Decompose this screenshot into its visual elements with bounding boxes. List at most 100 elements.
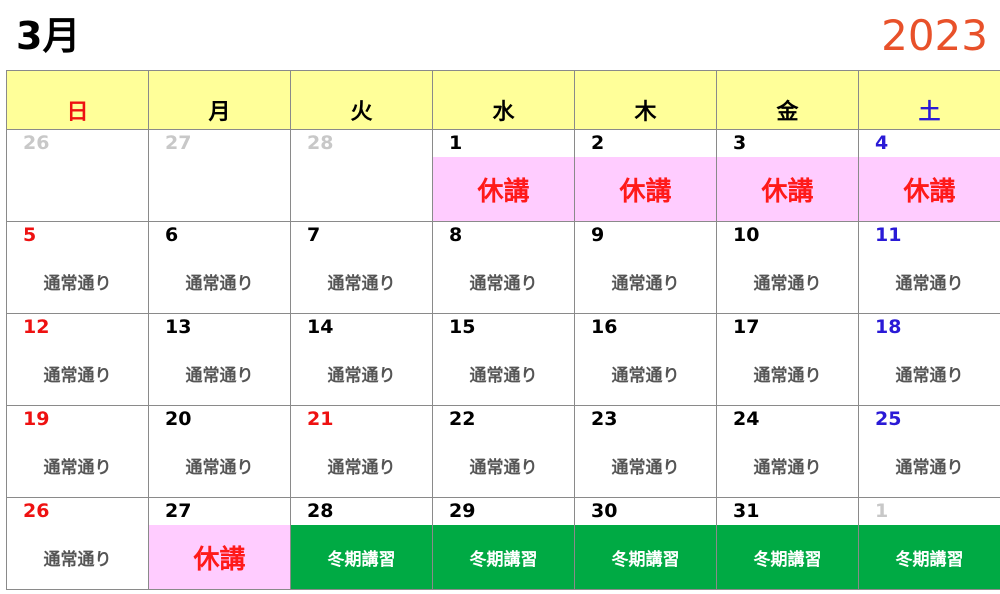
day-cell[interactable]: 3 休講	[716, 129, 859, 222]
day-number: 10	[733, 224, 760, 246]
weekday-monday: 月	[148, 70, 291, 130]
day-cell[interactable]: 11 通常通り	[858, 221, 1000, 314]
status-kyuko-label: 休講	[149, 525, 290, 589]
day-cell[interactable]: 31 冬期講習	[716, 497, 859, 590]
day-cell[interactable]: 27 休講	[148, 497, 291, 590]
weekday-header-row: 日 月 火 水 木 金 土	[6, 70, 1000, 130]
day-cell-content: 26 通常通り	[7, 498, 148, 589]
day-cell[interactable]: 18 通常通り	[858, 313, 1000, 406]
day-cell[interactable]: 6 通常通り	[148, 221, 291, 314]
day-cell[interactable]: 26	[6, 129, 149, 222]
status-normal-label: 通常通り	[895, 273, 964, 294]
status-normal-label: 通常通り	[611, 365, 680, 386]
day-number: 11	[875, 224, 902, 246]
day-number: 17	[733, 316, 760, 338]
day-number: 12	[23, 316, 50, 338]
day-cell[interactable]: 29 冬期講習	[432, 497, 575, 590]
day-cell[interactable]: 21 通常通り	[290, 405, 433, 498]
status-winter-course-label: 冬期講習	[575, 525, 716, 589]
status-winter-course-label: 冬期講習	[717, 525, 858, 589]
day-cell[interactable]: 16 通常通り	[574, 313, 717, 406]
day-cell[interactable]: 14 通常通り	[290, 313, 433, 406]
day-number: 29	[449, 500, 476, 522]
day-cell[interactable]: 1 休講	[432, 129, 575, 222]
weekday-saturday: 土	[858, 70, 1000, 130]
day-cell[interactable]: 5 通常通り	[6, 221, 149, 314]
day-cell[interactable]: 25 通常通り	[858, 405, 1000, 498]
status-normal-label: 通常通り	[43, 273, 112, 294]
status-empty	[149, 157, 290, 221]
status-normal-label: 通常通り	[753, 273, 822, 294]
day-number: 26	[23, 132, 50, 154]
day-cell-content: 24 通常通り	[717, 406, 858, 497]
day-cell-content: 20 通常通り	[149, 406, 290, 497]
day-cell-content: 18 通常通り	[859, 314, 1000, 405]
day-cell[interactable]: 22 通常通り	[432, 405, 575, 498]
day-number: 22	[449, 408, 476, 430]
week-row: 5 通常通り 6 通常通り 7 通常通り 8 通常通り 9 通常通り 10 通常通り 11 通常通り	[6, 221, 1000, 314]
day-number: 27	[165, 132, 192, 154]
day-cell-content: 13 通常通り	[149, 314, 290, 405]
day-number: 9	[591, 224, 605, 246]
day-cell-content: 23 通常通り	[575, 406, 716, 497]
week-row: 26 27 28 1 休講 2 休講 3 休講 4 休講	[6, 129, 1000, 222]
day-number: 1	[449, 132, 463, 154]
day-cell[interactable]: 28	[290, 129, 433, 222]
day-cell-content: 30 冬期講習	[575, 498, 716, 589]
status-normal-label: 通常通り	[327, 365, 396, 386]
status-normal-label: 通常通り	[43, 365, 112, 386]
day-cell[interactable]: 24 通常通り	[716, 405, 859, 498]
day-cell[interactable]: 17 通常通り	[716, 313, 859, 406]
month-title: 3月	[16, 14, 81, 58]
day-cell-content: 17 通常通り	[717, 314, 858, 405]
status-normal-label: 通常通り	[185, 273, 254, 294]
status-normal-label: 通常通り	[611, 457, 680, 478]
day-cell-content: 3 休講	[717, 130, 858, 221]
day-cell[interactable]: 15 通常通り	[432, 313, 575, 406]
status-normal-label: 通常通り	[185, 457, 254, 478]
day-cell-content: 14 通常通り	[291, 314, 432, 405]
day-cell[interactable]: 12 通常通り	[6, 313, 149, 406]
status-normal-label: 通常通り	[469, 457, 538, 478]
day-number: 13	[165, 316, 192, 338]
calendar-body: 26 27 28 1 休講 2 休講 3 休講 4 休講 5 通常通り 6 通常通り 7 通常通り 8 通常通り 9 通…	[6, 129, 1000, 590]
day-cell[interactable]: 1 冬期講習	[858, 497, 1000, 590]
day-cell-content: 9 通常通り	[575, 222, 716, 313]
day-number: 14	[307, 316, 334, 338]
day-cell-content: 2 休講	[575, 130, 716, 221]
day-cell[interactable]: 2 休講	[574, 129, 717, 222]
day-number: 19	[23, 408, 50, 430]
day-number: 30	[591, 500, 618, 522]
day-cell[interactable]: 23 通常通り	[574, 405, 717, 498]
day-cell-content: 28	[291, 130, 432, 221]
day-cell[interactable]: 13 通常通り	[148, 313, 291, 406]
week-row: 12 通常通り 13 通常通り 14 通常通り 15 通常通り 16 通常通り 17 通常通り 18 通常…	[6, 313, 1000, 406]
day-cell-content: 31 冬期講習	[717, 498, 858, 589]
day-cell[interactable]: 27	[148, 129, 291, 222]
status-kyuko-label: 休講	[859, 157, 1000, 221]
day-cell-content: 29 冬期講習	[433, 498, 574, 589]
day-cell[interactable]: 10 通常通り	[716, 221, 859, 314]
day-cell[interactable]: 9 通常通り	[574, 221, 717, 314]
day-number: 24	[733, 408, 760, 430]
day-cell[interactable]: 4 休講	[858, 129, 1000, 222]
day-cell[interactable]: 20 通常通り	[148, 405, 291, 498]
week-row: 19 通常通り 20 通常通り 21 通常通り 22 通常通り 23 通常通り 24 通常通り 25 通常…	[6, 405, 1000, 498]
status-normal-label: 通常通り	[611, 273, 680, 294]
day-cell[interactable]: 19 通常通り	[6, 405, 149, 498]
day-number: 7	[307, 224, 321, 246]
day-number: 23	[591, 408, 618, 430]
status-normal-label: 通常通り	[327, 457, 396, 478]
status-normal-label: 通常通り	[753, 365, 822, 386]
day-cell-content: 19 通常通り	[7, 406, 148, 497]
day-cell-content: 15 通常通り	[433, 314, 574, 405]
status-kyuko-label: 休講	[433, 157, 574, 221]
day-cell[interactable]: 26 通常通り	[6, 497, 149, 590]
day-cell-content: 11 通常通り	[859, 222, 1000, 313]
day-cell[interactable]: 28 冬期講習	[290, 497, 433, 590]
day-cell[interactable]: 8 通常通り	[432, 221, 575, 314]
status-empty	[7, 157, 148, 221]
status-normal-label: 通常通り	[895, 457, 964, 478]
day-cell[interactable]: 7 通常通り	[290, 221, 433, 314]
day-cell[interactable]: 30 冬期講習	[574, 497, 717, 590]
